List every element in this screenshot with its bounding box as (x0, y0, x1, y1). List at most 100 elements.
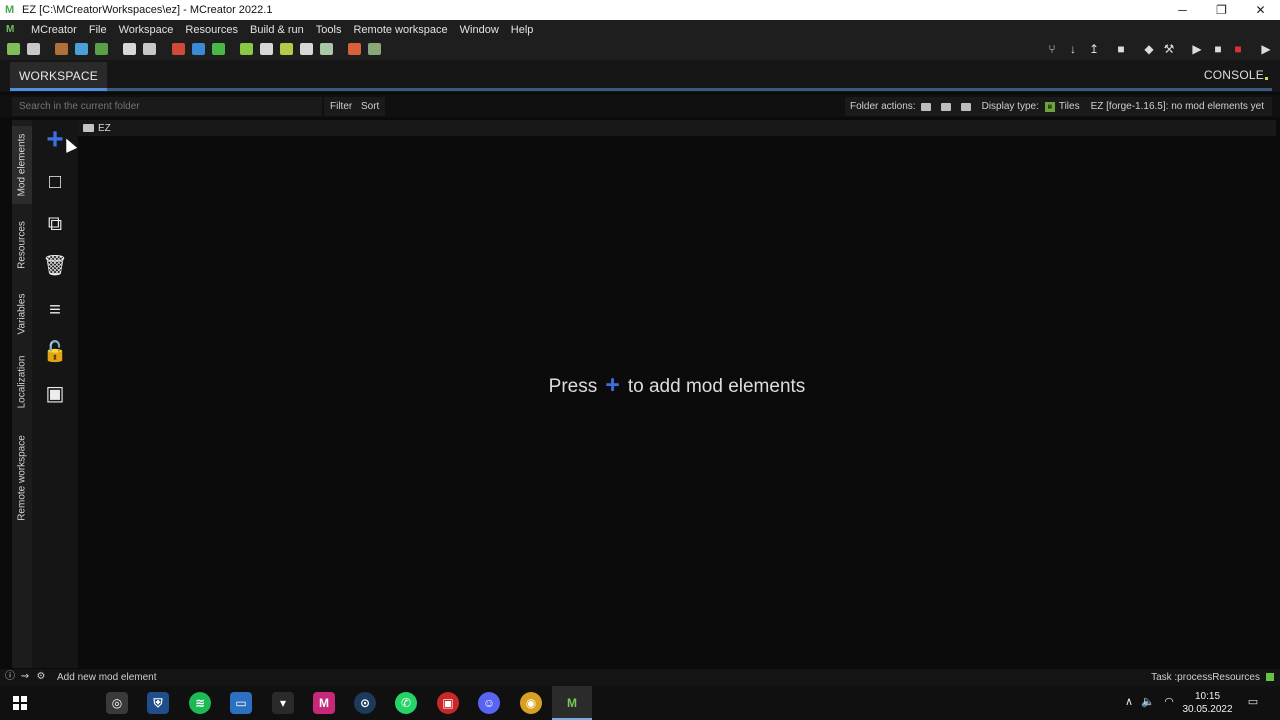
menu-workspace[interactable]: Workspace (114, 24, 181, 36)
block-icon[interactable] (55, 43, 68, 55)
side-tab-remote-workspace[interactable]: Remote workspace (12, 426, 32, 530)
info-icon[interactable]: ⓘ (5, 672, 15, 682)
link-icon[interactable] (368, 43, 381, 55)
side-tab-mod-elements[interactable]: Mod elements (12, 126, 32, 204)
edit-element-icon[interactable]: □ (42, 169, 68, 195)
gradle-status-icon[interactable]: ⇝ (20, 672, 30, 682)
safari-icon[interactable]: ◎ (106, 692, 128, 714)
menu-help[interactable]: Help (506, 24, 541, 36)
folder-actions-label: Folder actions: (850, 101, 916, 112)
side-tab-localization[interactable]: Localization (12, 348, 32, 416)
folder-name[interactable]: EZ (98, 123, 111, 134)
delete-folder-icon[interactable] (960, 102, 971, 111)
search-input[interactable] (12, 97, 322, 116)
new-folder-icon[interactable] (920, 102, 931, 111)
sort-label: Sort (361, 101, 380, 112)
menu-tools[interactable]: Tools (311, 24, 349, 36)
wifi-icon[interactable]: ◠ (1162, 695, 1176, 709)
model-icon[interactable] (240, 43, 253, 55)
menu-remote-workspace[interactable]: Remote workspace (348, 24, 454, 36)
rename-folder-icon[interactable] (940, 102, 951, 111)
folder-actions-bar: Folder actions: Display type: ▦ Tiles EZ… (845, 97, 1272, 116)
folder-icon (83, 124, 94, 132)
clock-time: 10:15 (1194, 691, 1221, 702)
hammer-icon[interactable]: ⚒ (1162, 42, 1176, 56)
discord-icon[interactable]: ☺ (478, 692, 500, 714)
git-branch-icon[interactable]: ⑂ (1045, 42, 1059, 56)
tray-chevron-icon[interactable]: ∧ (1122, 695, 1136, 709)
tab-workspace[interactable]: WORKSPACE (10, 62, 107, 90)
maximize-button[interactable]: ❐ (1202, 0, 1241, 20)
taskbar-clock[interactable]: 10:15 30.05.2022 (1180, 690, 1235, 716)
steam-icon[interactable]: ⊙ (354, 692, 376, 714)
menu-window[interactable]: Window (455, 24, 506, 36)
element-id-icon[interactable]: ▣ (42, 381, 68, 407)
side-tab-variables-label: Variables (16, 293, 28, 335)
texture-red-icon[interactable] (172, 43, 185, 55)
texture-blue-icon[interactable] (192, 43, 205, 55)
console-status-dot (1265, 77, 1268, 80)
item-icon[interactable] (75, 43, 88, 55)
biome-icon[interactable] (95, 43, 108, 55)
menu-resources[interactable]: Resources (180, 24, 245, 36)
regenerate-icon[interactable]: ◆ (1142, 42, 1156, 56)
build-icon[interactable]: ■ (1114, 42, 1128, 56)
explorer-icon[interactable]: ▭ (230, 692, 252, 714)
gradle-icon[interactable] (348, 43, 361, 55)
code-edit-icon[interactable]: ≡ (42, 297, 68, 323)
export-mod-icon[interactable]: ▶ (1259, 42, 1273, 56)
export-icon[interactable] (123, 43, 136, 55)
import-icon[interactable] (143, 43, 156, 55)
menu-build-run[interactable]: Build & run (245, 24, 311, 36)
side-tab-mod-elements-label: Mod elements (16, 133, 28, 197)
volume-icon[interactable]: 🔈 (1141, 695, 1155, 709)
mcreator-icon: M (5, 4, 15, 16)
notifications-icon[interactable]: ▭ (1246, 695, 1260, 709)
run-client-icon[interactable]: ▶ (1190, 42, 1204, 56)
tab-console[interactable]: CONSOLE (1204, 68, 1268, 82)
menu-mcreator[interactable]: MCreator (26, 24, 84, 36)
window-title: EZ [C:\MCreatorWorkspaces\ez] - MCreator… (22, 4, 273, 16)
chrome-icon[interactable]: ◉ (520, 692, 542, 714)
filter-label: Filter (330, 101, 353, 112)
side-tab-resources-label: Resources (16, 221, 28, 269)
filter-button[interactable]: Filter (324, 97, 359, 116)
side-tab-resources[interactable]: Resources (12, 212, 32, 278)
side-tab-localization-label: Localization (16, 355, 28, 409)
push-icon[interactable]: ↥ (1087, 42, 1101, 56)
side-tab-variables[interactable]: Variables (12, 284, 32, 344)
minimize-button[interactable]: ─ (1163, 0, 1202, 20)
stop-icon[interactable]: ■ (1211, 42, 1225, 56)
red-app-icon[interactable]: ▣ (437, 692, 459, 714)
workspace-settings-icon[interactable] (7, 43, 20, 55)
plus-inline-icon: + (605, 371, 620, 399)
settings-icon[interactable]: ⚙ (36, 672, 46, 682)
animation-icon[interactable] (320, 43, 333, 55)
structure-icon[interactable] (280, 43, 293, 55)
stop-red-icon[interactable]: ■ (1231, 42, 1245, 56)
clock-date: 30.05.2022 (1182, 704, 1233, 715)
duplicate-element-icon[interactable]: ⧉ (42, 211, 68, 237)
close-button[interactable]: ✕ (1241, 0, 1280, 20)
media-app-icon[interactable]: M (313, 692, 335, 714)
lock-element-icon[interactable]: 🔓 (42, 339, 68, 365)
start-button[interactable] (0, 686, 40, 720)
empty-prefix: Press (548, 376, 598, 397)
tiles-label[interactable]: Tiles (1059, 101, 1080, 112)
sort-button[interactable]: Sort (355, 97, 386, 116)
open-workspace-icon[interactable] (27, 43, 40, 55)
whatsapp-icon[interactable]: ✆ (395, 692, 417, 714)
epic-games-icon[interactable]: ▾ (272, 692, 294, 714)
menu-file[interactable]: File (84, 24, 114, 36)
tiles-icon[interactable]: ▦ (1044, 101, 1055, 112)
pull-icon[interactable]: ↓ (1066, 42, 1080, 56)
recipe-icon[interactable] (300, 43, 313, 55)
armor-icon[interactable] (260, 43, 273, 55)
mcreator-taskbar-icon[interactable]: M (561, 692, 583, 714)
texture-green-icon[interactable] (212, 43, 225, 55)
spotify-icon[interactable]: ≋ (189, 692, 211, 714)
delete-element-icon[interactable]: 🗑 (42, 253, 68, 279)
tab-active-indicator (10, 88, 107, 91)
security-icon[interactable]: ⛨ (147, 692, 169, 714)
tab-workspace-label: WORKSPACE (19, 69, 98, 83)
